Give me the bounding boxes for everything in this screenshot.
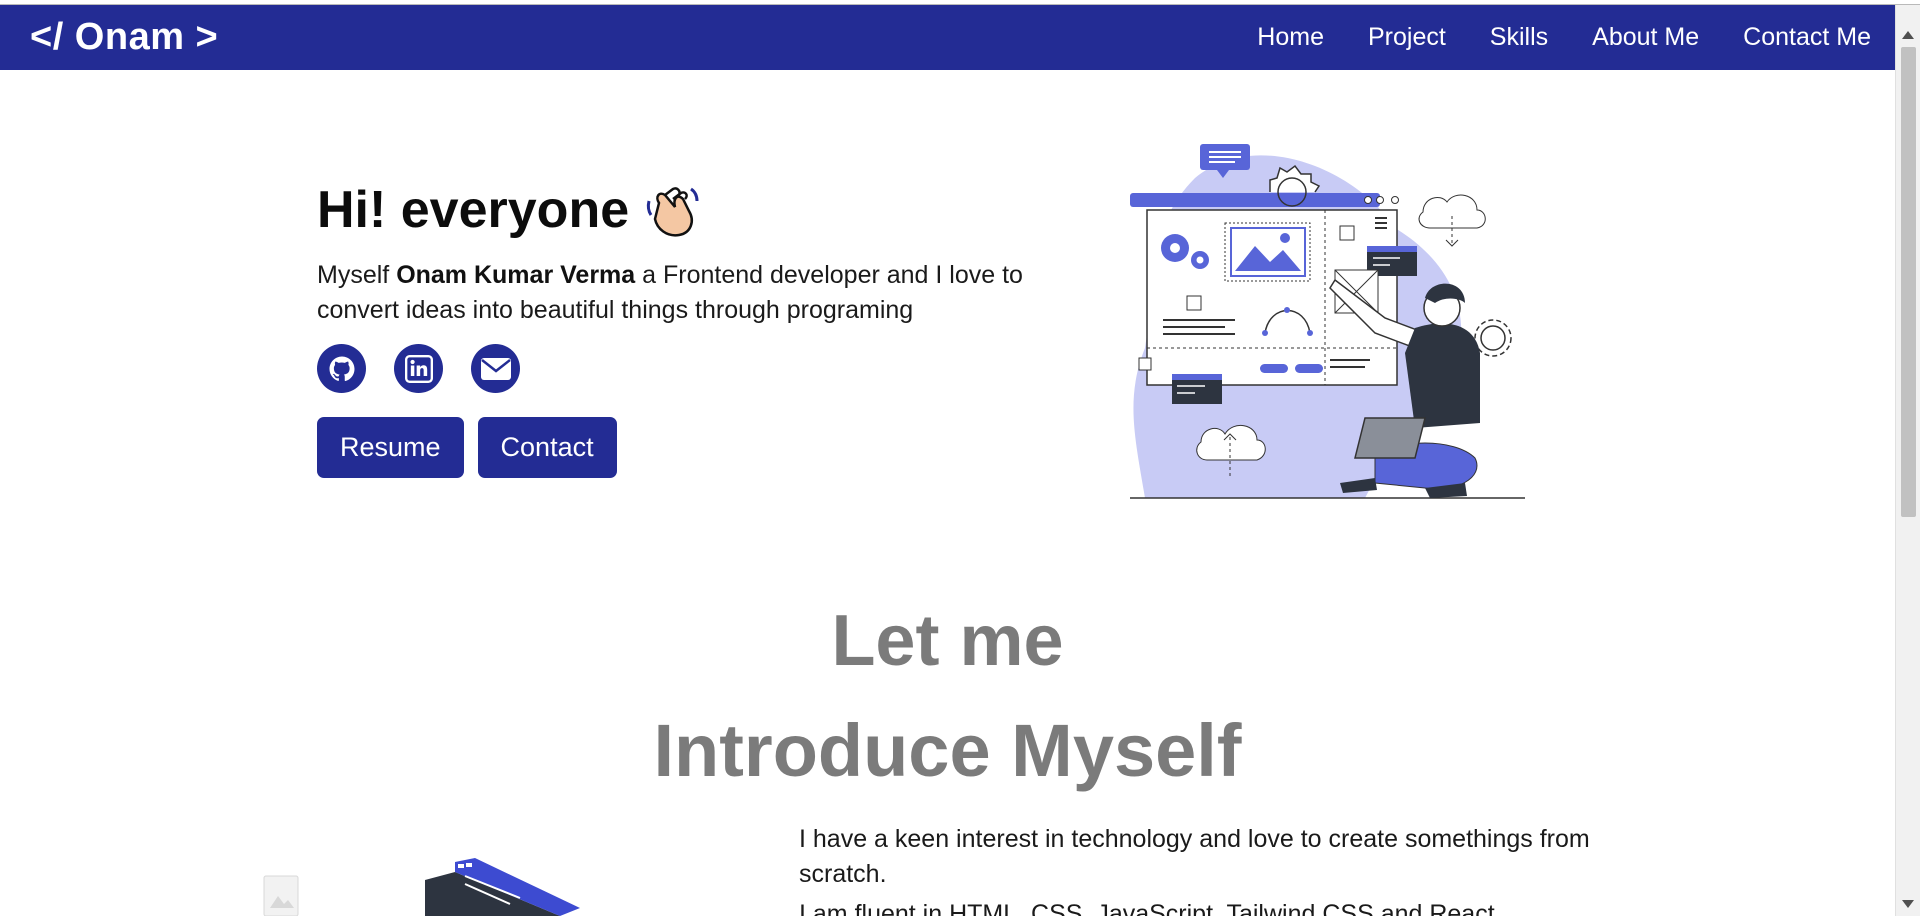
resume-button[interactable]: Resume — [317, 417, 464, 478]
hero-greeting: Hi! everyone — [317, 180, 1077, 240]
scroll-thumb[interactable] — [1901, 47, 1916, 517]
page-scrollbar[interactable] — [1895, 5, 1920, 916]
about-paragraph-1: I have a keen interest in technology and… — [799, 825, 1590, 888]
nav-link-skills[interactable]: Skills — [1490, 23, 1548, 52]
contact-button[interactable]: Contact — [477, 417, 617, 478]
about-title-line1: Let me — [831, 601, 1064, 681]
mail-icon — [480, 357, 511, 380]
hero-buttons: Resume Contact — [317, 417, 1077, 478]
about-title-line2: Introduce Myself — [653, 709, 1242, 792]
navbar: </ Onam > Home Project Skills About Me C… — [0, 5, 1895, 70]
scroll-up-arrow-icon[interactable] — [1902, 31, 1914, 39]
hero-section: Hi! everyone Myself Onam Kumar Verma a F… — [317, 180, 1077, 478]
coding-illustration — [263, 858, 580, 916]
github-link[interactable] — [317, 344, 366, 393]
nav-link-about-me[interactable]: About Me — [1592, 23, 1699, 52]
greeting-text: Hi! everyone — [317, 181, 630, 239]
scroll-down-arrow-icon[interactable] — [1902, 900, 1914, 908]
brand-logo[interactable]: </ Onam > — [30, 16, 218, 59]
github-icon — [329, 356, 355, 381]
hero-intro: Myself Onam Kumar Verma a Frontend devel… — [317, 258, 1077, 328]
about-paragraph-2: I am fluent in HTML, CSS, JavaScript, Ta… — [799, 900, 1495, 916]
waving-hand-icon — [646, 187, 699, 237]
linkedin-icon — [404, 354, 433, 383]
developer-illustration — [1130, 144, 1525, 499]
nav-link-contact-me[interactable]: Contact Me — [1743, 23, 1871, 52]
social-links — [317, 344, 1077, 393]
intro-prefix: Myself — [317, 261, 397, 289]
intro-name: Onam Kumar Verma — [396, 261, 636, 289]
mail-link[interactable] — [471, 344, 520, 393]
nav-link-project[interactable]: Project — [1368, 23, 1446, 52]
nav-links: Home Project Skills About Me Contact Me — [1213, 23, 1871, 52]
linkedin-link[interactable] — [394, 344, 443, 393]
nav-link-home[interactable]: Home — [1257, 23, 1324, 52]
